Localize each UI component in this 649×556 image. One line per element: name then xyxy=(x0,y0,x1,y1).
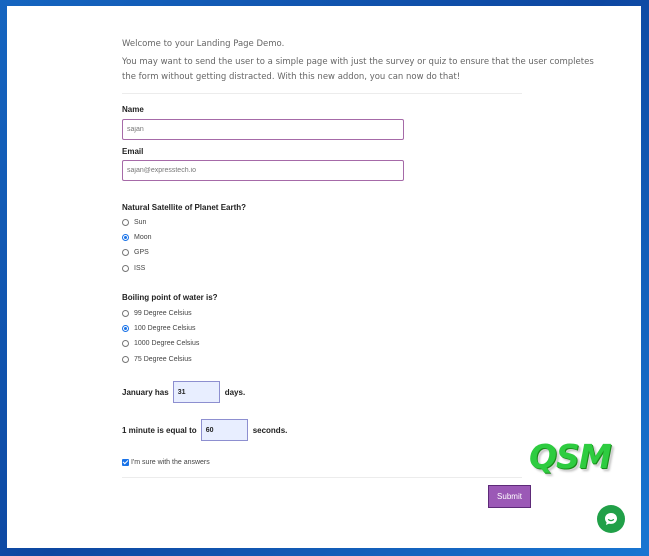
radio-button[interactable] xyxy=(122,339,129,347)
q3-suffix: days. xyxy=(224,387,246,397)
q2-option-75[interactable]: 75 Degree Celsius xyxy=(122,354,192,364)
radio-button-checked[interactable] xyxy=(122,233,129,241)
radio-button[interactable] xyxy=(122,218,129,226)
minute-seconds-input[interactable] xyxy=(200,419,248,441)
radio-button[interactable] xyxy=(122,248,129,256)
confirm-checkbox[interactable] xyxy=(122,459,129,466)
q3-prefix: January has xyxy=(122,387,169,397)
qsm-logo: QSM xyxy=(529,437,613,479)
option-label: Moon xyxy=(134,233,152,241)
intro-line-1: You may want to send the user to a simpl… xyxy=(122,57,594,67)
option-label: Sun xyxy=(134,218,147,226)
chat-button[interactable] xyxy=(597,505,625,533)
email-label: Email xyxy=(122,147,144,156)
divider xyxy=(122,93,522,94)
q1-question: Natural Satellite of Planet Earth? xyxy=(122,203,247,212)
logo-text: QSM xyxy=(529,437,612,476)
q1-option-moon[interactable]: Moon xyxy=(122,232,152,242)
q4-fill-blank: 1 minute is equal to seconds. xyxy=(122,419,287,441)
submit-button[interactable]: Submit xyxy=(488,485,531,508)
radio-button[interactable] xyxy=(122,309,129,317)
option-label: 1000 Degree Celsius xyxy=(134,339,200,347)
q1-option-iss[interactable]: ISS xyxy=(122,263,145,273)
q3-fill-blank: January has days. xyxy=(122,381,245,403)
name-input[interactable] xyxy=(122,119,404,140)
january-days-input[interactable] xyxy=(172,381,220,403)
option-label: 75 Degree Celsius xyxy=(134,355,192,363)
landing-page: Welcome to your Landing Page Demo. You m… xyxy=(7,6,641,548)
confirm-row[interactable]: I'm sure with the answers xyxy=(122,459,210,466)
q4-prefix: 1 minute is equal to xyxy=(122,425,197,435)
chat-bubble-icon xyxy=(605,513,617,525)
intro-line-2: the form without getting distracted. Wit… xyxy=(122,72,461,82)
option-label: GPS xyxy=(134,248,149,256)
q2-option-99[interactable]: 99 Degree Celsius xyxy=(122,308,192,318)
name-label: Name xyxy=(122,105,144,114)
email-input[interactable] xyxy=(122,160,404,181)
q2-option-100[interactable]: 100 Degree Celsius xyxy=(122,323,195,333)
q1-option-gps[interactable]: GPS xyxy=(122,247,149,257)
confirm-label: I'm sure with the answers xyxy=(131,459,210,466)
q4-suffix: seconds. xyxy=(252,425,288,435)
q2-question: Boiling point of water is? xyxy=(122,293,218,302)
radio-button[interactable] xyxy=(122,355,129,363)
intro-heading: Welcome to your Landing Page Demo. xyxy=(122,39,285,49)
divider xyxy=(122,477,522,478)
q2-option-1000[interactable]: 1000 Degree Celsius xyxy=(122,338,199,348)
option-label: ISS xyxy=(134,264,146,272)
radio-button[interactable] xyxy=(122,264,129,272)
radio-button-checked[interactable] xyxy=(122,324,129,332)
q1-option-sun[interactable]: Sun xyxy=(122,217,146,227)
option-label: 99 Degree Celsius xyxy=(134,309,192,317)
option-label: 100 Degree Celsius xyxy=(134,324,196,332)
